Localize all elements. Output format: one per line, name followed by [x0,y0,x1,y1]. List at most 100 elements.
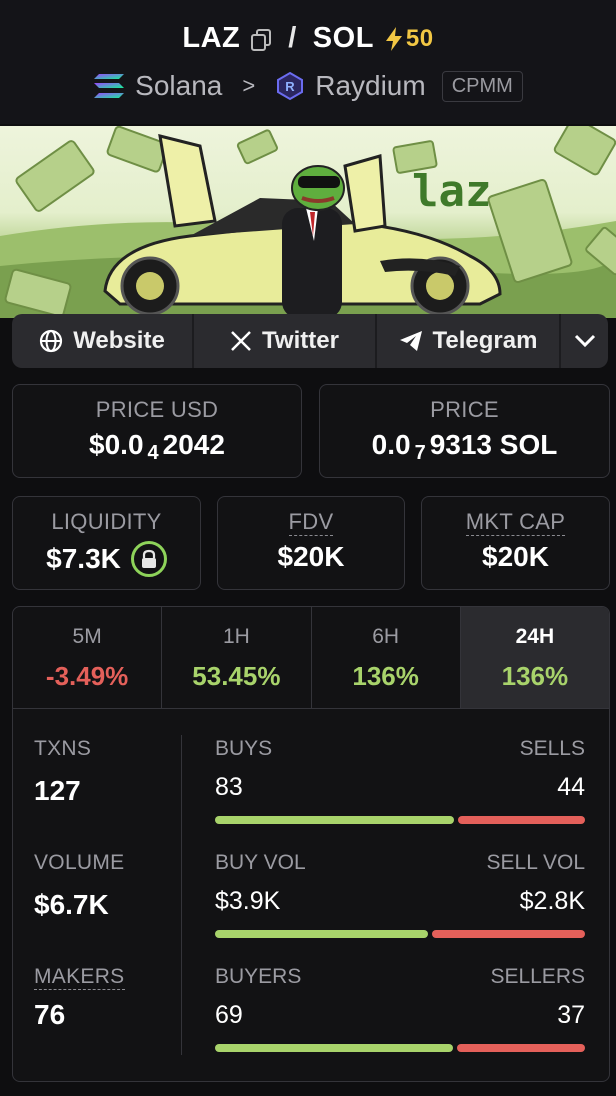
buyers-label: BUYERS [215,965,302,988]
token-banner-image: laz [0,126,616,318]
pair-title: LAZ / SOL 50 [0,22,616,55]
txns-metric: TXNS 127 [34,737,91,807]
lightning-icon [385,26,402,51]
copy-icon[interactable] [250,27,272,51]
buys-sells-ratio-bar [215,816,585,824]
price-usd-label: PRICE USD [95,397,219,422]
telegram-label: Telegram [432,327,538,354]
telegram-icon [399,331,422,351]
boost-badge[interactable]: 50 [384,25,434,53]
price-usd-value: $0.0 4 2042 [13,429,301,464]
buyers-bar [215,1044,453,1052]
buy-vol-value: $3.9K [215,887,281,915]
tab-label: 5M [72,625,102,648]
buy-vol-label: BUY VOL [215,851,306,874]
tab-label: 6H [372,625,400,648]
price-usd-digits: 2042 [162,429,225,460]
sell-vol-label: SELL VOL [486,851,585,874]
base-token-symbol: LAZ [182,22,241,54]
chain-breadcrumb: Solana > R Raydium CPMM [0,70,616,102]
twitter-button[interactable]: Twitter [194,314,377,368]
chain-link[interactable]: Solana [135,70,222,102]
tab-6h[interactable]: 6H 136% [312,607,461,708]
tab-5m[interactable]: 5M -3.49% [13,607,163,708]
price-native-value: 0.0 7 9313 SOL [320,429,609,464]
globe-icon [40,329,63,353]
liquidity-label: LIQUIDITY [51,509,162,534]
price-change-value: 136% [352,661,419,691]
social-links-bar: Website Twitter Telegram [12,314,608,368]
raydium-icon: R [277,71,304,101]
liquidity-value-row: $7.3K [13,541,200,577]
website-button[interactable]: Website [12,314,194,368]
quote-token-symbol: SOL [312,22,374,54]
buy-vol-bar [215,930,428,938]
sellers-bar [457,1044,585,1052]
fdv-label[interactable]: FDV [288,509,334,536]
price-change-value: 53.45% [192,661,281,691]
tab-1h[interactable]: 1H 53.45% [162,607,312,708]
more-links-button[interactable] [561,314,608,368]
makers-metric: MAKERS 76 [34,965,125,1031]
txns-value: 127 [34,775,81,806]
chevron-down-icon [574,334,595,348]
buys-bar [215,816,454,824]
fdv-card: FDV $20K [217,496,405,590]
price-usd-zero-count: 4 [147,441,159,464]
liquidity-value: $7.3K [46,543,121,574]
buyers-ratio-bar [215,1044,585,1052]
pool-type-badge: CPMM [441,70,523,102]
mktcap-card: MKT CAP $20K [421,496,610,590]
sells-label: SELLS [519,737,585,760]
pair-header: LAZ / SOL 50 Solana > R Raydium CPMM [0,0,616,124]
tab-24h[interactable]: 24H 136% [460,607,609,708]
liquidity-card: LIQUIDITY $7.3K [12,496,201,590]
buys-value: 83 [215,773,243,801]
mktcap-value: $20K [482,541,549,572]
trading-stats-panel: 5M -3.49% 1H 53.45% 6H 136% 24H 136% TXN… [12,606,610,1082]
volume-value: $6.7K [34,889,109,920]
sellers-label: SELLERS [490,965,585,988]
volume-split-row: BUY VOL SELL VOL $3.9K $2.8K [215,851,585,938]
price-native-card: PRICE 0.0 7 9313 SOL [319,384,610,478]
sells-bar [458,816,585,824]
makers-label[interactable]: MAKERS [34,965,125,990]
telegram-button[interactable]: Telegram [377,314,561,368]
price-usd-card: PRICE USD $0.0 4 2042 [12,384,302,478]
price-change-value: -3.49% [45,661,129,691]
website-label: Website [73,327,165,354]
price-native-zero-count: 7 [414,441,426,464]
column-divider [181,735,182,1055]
buys-sells-row: BUYS SELLS 83 44 [215,737,585,824]
buyers-sellers-row: BUYERS SELLERS 69 37 [215,965,585,1052]
price-change-value: 136% [501,661,569,691]
dex-link[interactable]: Raydium [315,70,425,102]
sell-vol-bar [432,930,585,938]
solana-icon [94,74,125,98]
makers-value: 76 [34,999,66,1030]
lock-icon[interactable] [130,541,167,577]
fdv-value: $20K [277,541,345,572]
pair-separator: / [288,22,297,54]
sellers-value: 37 [557,1001,585,1029]
tab-label: 24H [515,625,555,648]
mktcap-label[interactable]: MKT CAP [465,509,566,536]
price-usd-prefix: $0.0 [89,429,144,460]
tab-label: 1H [222,625,250,648]
price-native-digits: 9313 SOL [429,429,558,460]
svg-text:R: R [286,79,296,94]
volume-ratio-bar [215,930,585,938]
price-native-prefix: 0.0 [371,429,411,460]
chevron-right-icon: > [242,73,256,98]
sell-vol-value: $2.8K [519,887,585,915]
volume-metric: VOLUME $6.7K [34,851,125,921]
boost-count: 50 [405,24,434,52]
buys-label: BUYS [215,737,273,760]
timeframe-tabs: 5M -3.49% 1H 53.45% 6H 136% 24H 136% [13,607,609,709]
twitter-label: Twitter [262,327,339,354]
x-logo-icon [231,331,251,351]
buyers-value: 69 [215,1001,243,1029]
txns-label: TXNS [34,737,92,760]
sells-value: 44 [557,773,585,801]
banner-text: laz [412,166,491,217]
